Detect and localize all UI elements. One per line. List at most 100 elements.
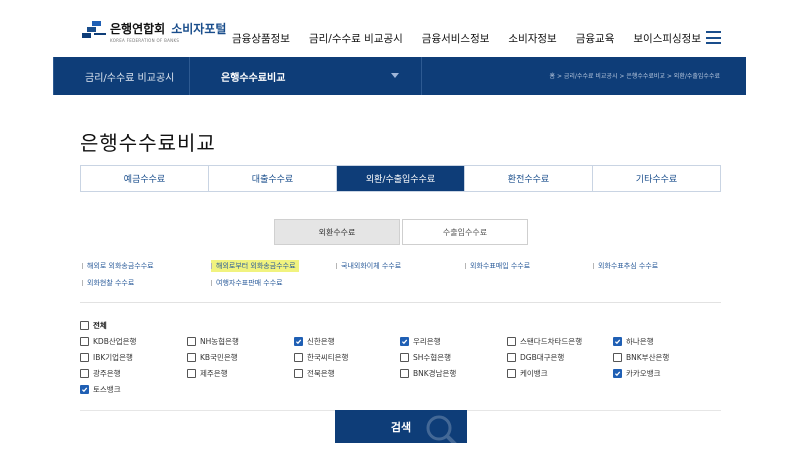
checkbox-unchecked[interactable]: [187, 369, 196, 378]
checkbox-label: 전체: [93, 321, 107, 330]
checkbox-unchecked[interactable]: [187, 353, 196, 362]
bank-name: 케이뱅크: [520, 369, 548, 378]
logo[interactable]: 은행연합회 소비자포털 KOREA FEDERATION OF BANKS: [82, 16, 226, 46]
nav-item-rates-fees[interactable]: 금리/수수료 비교공시: [309, 31, 403, 46]
search-button-label: 검색: [390, 420, 412, 434]
checkbox-checked[interactable]: [613, 337, 622, 346]
location-bar: 금리/수수료 비교공시 은행수수료비교 홈 > 금리/수수료 비교공시 > 은행…: [53, 57, 746, 95]
main-nav: 금융상품정보 금리/수수료 비교공시 금융서비스정보 소비자정보 금융교육 보이…: [232, 31, 720, 46]
bank-name: 우리은행: [413, 337, 441, 346]
fee-type-check-collection[interactable]: 외화수표추심 수수료: [593, 260, 658, 272]
menu-icon[interactable]: [706, 31, 721, 44]
fee-type-cash[interactable]: 외화현찰 수수료: [82, 277, 134, 289]
checkbox-checked[interactable]: [613, 369, 622, 378]
subtab-trade-fees[interactable]: 수출입수수료: [402, 219, 528, 245]
bank-checkbox[interactable]: 한국씨티은행: [294, 352, 348, 363]
bank-name: 스탠다드차타드은행: [520, 337, 583, 346]
bank-checkbox[interactable]: 카카오뱅크: [613, 368, 661, 379]
checkbox-unchecked[interactable]: [507, 369, 516, 378]
bank-name: 광주은행: [93, 369, 121, 378]
tab-other-fees[interactable]: 기타수수료: [593, 166, 720, 191]
checkbox-unchecked[interactable]: [400, 353, 409, 362]
bank-checkbox[interactable]: KDB산업은행: [80, 336, 136, 347]
fee-type-check-purchase[interactable]: 외화수표매입 수수료: [465, 260, 530, 272]
bank-name: BNK부산은행: [626, 353, 670, 362]
fee-category-tabs: 예금수수료 대출수수료 외환/수출입수수료 환전수수료 기타수수료: [80, 165, 721, 192]
nav-item-education[interactable]: 금융교육: [576, 31, 615, 46]
bank-checkbox[interactable]: 신한은행: [294, 336, 335, 347]
bank-checkbox[interactable]: 광주은행: [80, 368, 121, 379]
chevron-down-icon[interactable]: [391, 73, 399, 78]
breadcrumb: 홈 > 금리/수수료 비교공시 > 은행수수료비교 > 외환/수출입수수료: [549, 73, 720, 80]
location-category[interactable]: 금리/수수료 비교공시: [85, 69, 174, 84]
bank-name: KDB산업은행: [93, 337, 137, 346]
checkbox-unchecked[interactable]: [400, 369, 409, 378]
fee-type-outward-remittance[interactable]: 해외로 외화송금수수료: [82, 260, 154, 272]
bank-checkbox[interactable]: 하나은행: [613, 336, 654, 347]
nav-item-services[interactable]: 금융서비스정보: [422, 31, 490, 46]
tab-currency-exchange-fees[interactable]: 환전수수료: [465, 166, 593, 191]
location-current-dropdown[interactable]: 은행수수료비교: [221, 69, 285, 84]
checkbox-checked[interactable]: [400, 337, 409, 346]
bank-name: 제주은행: [200, 369, 228, 378]
search-button[interactable]: 검색: [335, 410, 467, 443]
bank-name: DGB대구은행: [520, 353, 565, 362]
tab-loan-fees[interactable]: 대출수수료: [209, 166, 337, 191]
magnifier-icon: [426, 415, 457, 443]
checkbox-unchecked[interactable]: [80, 353, 89, 362]
fee-type-domestic-transfer[interactable]: 국내외화이체 수수료: [336, 260, 401, 272]
logo-english-text: KOREA FEDERATION OF BANKS: [110, 37, 180, 43]
page-title: 은행수수료비교: [80, 131, 216, 155]
bank-checkbox[interactable]: DGB대구은행: [507, 352, 564, 363]
checkbox-box[interactable]: [80, 321, 89, 330]
subtab-fx-fees[interactable]: 외환수수료: [274, 219, 400, 245]
bank-checkbox[interactable]: 우리은행: [400, 336, 441, 347]
bank-name: NH농협은행: [200, 337, 239, 346]
fee-type-list: 해외로 외화송금수수료 해외로부터 외화송금수수료 국내외화이체 수수료 외화수…: [80, 256, 721, 303]
bank-name: KB국민은행: [200, 353, 238, 362]
bank-checkbox[interactable]: KB국민은행: [187, 352, 238, 363]
bank-name: 카카오뱅크: [626, 369, 661, 378]
checkbox-unchecked[interactable]: [80, 369, 89, 378]
nav-item-products[interactable]: 금융상품정보: [232, 31, 290, 46]
bank-checkbox[interactable]: 토스뱅크: [80, 384, 121, 395]
bank-selection: 전체 KDB산업은행 NH농협은행 신한은행 우리은행 스탠다드차타드은행 하나은행 IBK…: [80, 318, 721, 410]
bank-name: 신한은행: [307, 337, 335, 346]
bank-checkbox[interactable]: IBK기업은행: [80, 352, 133, 363]
fee-type-travelers-check[interactable]: 여행자수표판매 수수료: [211, 277, 283, 289]
checkbox-checked[interactable]: [80, 385, 89, 394]
checkbox-unchecked[interactable]: [613, 353, 622, 362]
bank-name: 전북은행: [307, 369, 335, 378]
checkbox-unchecked[interactable]: [80, 337, 89, 346]
select-all-checkbox[interactable]: 전체: [80, 320, 107, 331]
tab-deposit-fees[interactable]: 예금수수료: [81, 166, 209, 191]
bank-name: BNK경남은행: [413, 369, 457, 378]
bank-checkbox[interactable]: NH농협은행: [187, 336, 239, 347]
checkbox-checked[interactable]: [294, 337, 303, 346]
bank-checkbox[interactable]: 제주은행: [187, 368, 228, 379]
checkbox-unchecked[interactable]: [294, 353, 303, 362]
nav-item-consumer-info[interactable]: 소비자정보: [508, 31, 556, 46]
checkbox-unchecked[interactable]: [507, 353, 516, 362]
checkbox-unchecked[interactable]: [294, 369, 303, 378]
nav-item-voice-phishing[interactable]: 보이스피싱정보: [633, 31, 701, 46]
checkbox-unchecked[interactable]: [187, 337, 196, 346]
checkbox-unchecked[interactable]: [507, 337, 516, 346]
bank-checkbox[interactable]: BNK부산은행: [613, 352, 669, 363]
bank-checkbox[interactable]: SH수협은행: [400, 352, 451, 363]
bank-name: 한국씨티은행: [307, 353, 349, 362]
bank-name: IBK기업은행: [93, 353, 133, 362]
bank-checkbox[interactable]: 스탠다드차타드은행: [507, 336, 582, 347]
bank-name: 토스뱅크: [93, 385, 121, 394]
site-header: 은행연합회 소비자포털 KOREA FEDERATION OF BANKS 금융…: [0, 0, 800, 57]
logo-mark-icon: [82, 19, 106, 43]
bank-name: 하나은행: [626, 337, 654, 346]
tab-foreign-exchange-fees[interactable]: 외환/수출입수수료: [337, 166, 465, 191]
bank-checkbox[interactable]: 케이뱅크: [507, 368, 548, 379]
logo-sub-text: 소비자포털: [171, 21, 227, 36]
bank-name: SH수협은행: [413, 353, 452, 362]
logo-main-text: 은행연합회: [110, 21, 166, 36]
fee-type-inward-remittance[interactable]: 해외로부터 외화송금수수료: [211, 260, 299, 272]
bank-checkbox[interactable]: BNK경남은행: [400, 368, 456, 379]
bank-checkbox[interactable]: 전북은행: [294, 368, 335, 379]
